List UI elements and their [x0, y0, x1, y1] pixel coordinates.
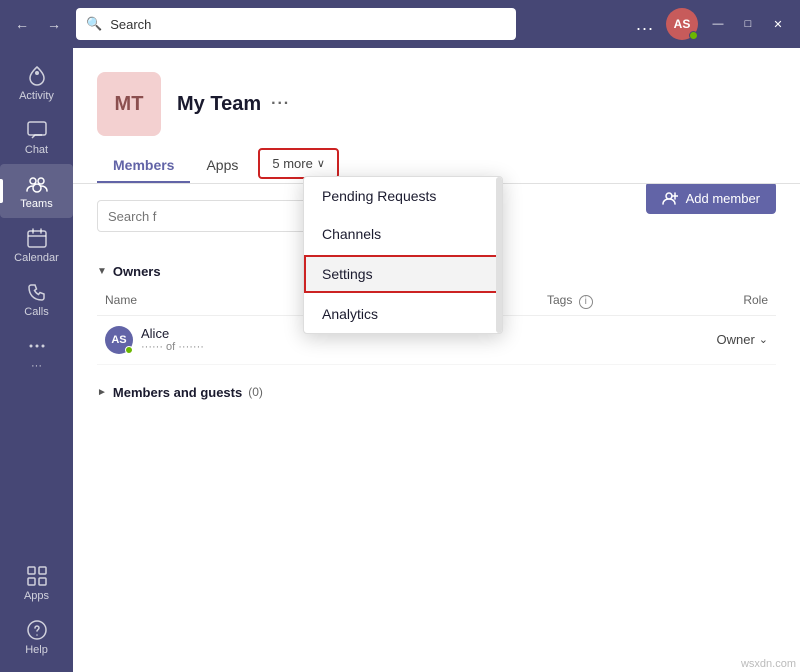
- maximize-button[interactable]: □: [734, 10, 762, 38]
- teams-label: Teams: [20, 198, 52, 210]
- add-member-icon: [662, 190, 678, 206]
- dropdown-item-settings[interactable]: Settings: [304, 255, 502, 293]
- dropdown-item-channels[interactable]: Channels: [304, 215, 502, 253]
- sidebar-item-activity[interactable]: Activity: [0, 56, 73, 110]
- team-name: My Team ···: [177, 93, 290, 116]
- chat-icon: [25, 118, 49, 142]
- dropdown-item-analytics[interactable]: Analytics: [304, 295, 502, 333]
- calendar-label: Calendar: [14, 252, 59, 264]
- team-header: MT My Team ···: [73, 48, 800, 136]
- search-bar[interactable]: 🔍: [76, 8, 516, 40]
- chat-label: Chat: [25, 144, 48, 156]
- minimize-button[interactable]: —: [704, 10, 732, 38]
- user-avatar-button[interactable]: AS: [666, 8, 698, 40]
- dropdown-menu: Pending Requests Channels Settings Analy…: [303, 176, 503, 334]
- more-tabs-button[interactable]: 5 more ∨: [258, 148, 339, 179]
- avatar-status-dot: [689, 31, 698, 40]
- team-avatar: MT: [97, 72, 161, 136]
- members-chevron-icon: ►: [97, 387, 107, 398]
- col-role-header: Role: [658, 293, 769, 309]
- add-member-button[interactable]: Add member: [646, 184, 776, 214]
- more-icon: [25, 334, 49, 358]
- sidebar-item-calendar[interactable]: Calendar: [0, 218, 73, 272]
- row-avatar: AS: [105, 326, 133, 354]
- row-email: ······ of ·······: [141, 341, 204, 353]
- window-controls: — □ ✕: [704, 10, 792, 38]
- row-avatar-initials: AS: [111, 334, 126, 346]
- col-name-header: Name: [105, 293, 326, 309]
- sidebar-item-teams[interactable]: Teams: [0, 164, 73, 218]
- avatar-initials: AS: [674, 17, 691, 31]
- team-more-button[interactable]: ···: [271, 95, 290, 113]
- calls-icon: [25, 280, 49, 304]
- name-cell: AS Alice ······ of ·······: [105, 326, 326, 354]
- nav-buttons: ← →: [8, 10, 68, 38]
- close-button[interactable]: ✕: [764, 10, 792, 38]
- search-icon: 🔍: [86, 16, 102, 32]
- calls-label: Calls: [24, 306, 48, 318]
- app-layout: Activity Chat Teams: [0, 48, 800, 672]
- sidebar-item-more[interactable]: ···: [0, 326, 73, 380]
- sidebar-item-apps[interactable]: Apps: [0, 556, 73, 610]
- title-bar: ← → 🔍 ... AS — □ ✕: [0, 0, 800, 48]
- title-bar-actions: ... AS — □ ✕: [630, 8, 792, 40]
- help-icon: [25, 618, 49, 642]
- owners-chevron-icon: ▼: [97, 266, 107, 277]
- role-cell[interactable]: Owner ⌄: [658, 332, 769, 347]
- dropdown-scrollbar[interactable]: [496, 177, 502, 333]
- tabs-bar: Members Apps 5 more ∨ Pending Requests C…: [73, 136, 800, 184]
- tab-apps[interactable]: Apps: [190, 149, 254, 183]
- dropdown-overlay: Pending Requests Channels Settings Analy…: [303, 176, 503, 334]
- role-chevron-icon: ⌄: [759, 333, 768, 346]
- sidebar-item-help[interactable]: Help: [0, 610, 73, 664]
- sidebar: Activity Chat Teams: [0, 48, 73, 672]
- activity-icon: [25, 64, 49, 88]
- row-name: Alice: [141, 326, 204, 341]
- col-tags-header: Tags i: [547, 293, 658, 309]
- back-button[interactable]: ←: [8, 10, 36, 38]
- row-status-dot: [125, 346, 133, 354]
- help-label: Help: [25, 644, 48, 656]
- watermark: wsxdn.com: [741, 658, 796, 670]
- search-members-input[interactable]: [97, 200, 337, 232]
- sidebar-item-calls[interactable]: Calls: [0, 272, 73, 326]
- sidebar-bottom: Apps Help: [0, 556, 73, 672]
- more-options-button[interactable]: ...: [630, 10, 660, 39]
- activity-label: Activity: [19, 90, 54, 102]
- apps-label: Apps: [24, 590, 49, 602]
- tab-members[interactable]: Members: [97, 149, 190, 183]
- members-guests-section[interactable]: ► Members and guests (0): [97, 377, 776, 408]
- search-input[interactable]: [110, 17, 506, 32]
- calendar-icon: [25, 226, 49, 250]
- dropdown-item-pending[interactable]: Pending Requests: [304, 177, 502, 215]
- more-label: ···: [31, 360, 42, 372]
- forward-button[interactable]: →: [40, 10, 68, 38]
- sidebar-item-chat[interactable]: Chat: [0, 110, 73, 164]
- apps-icon: [25, 564, 49, 588]
- main-content: MT My Team ··· Members Apps 5 more ∨ Pen…: [73, 48, 800, 672]
- tags-info-icon[interactable]: i: [579, 295, 593, 309]
- teams-icon: [25, 172, 49, 196]
